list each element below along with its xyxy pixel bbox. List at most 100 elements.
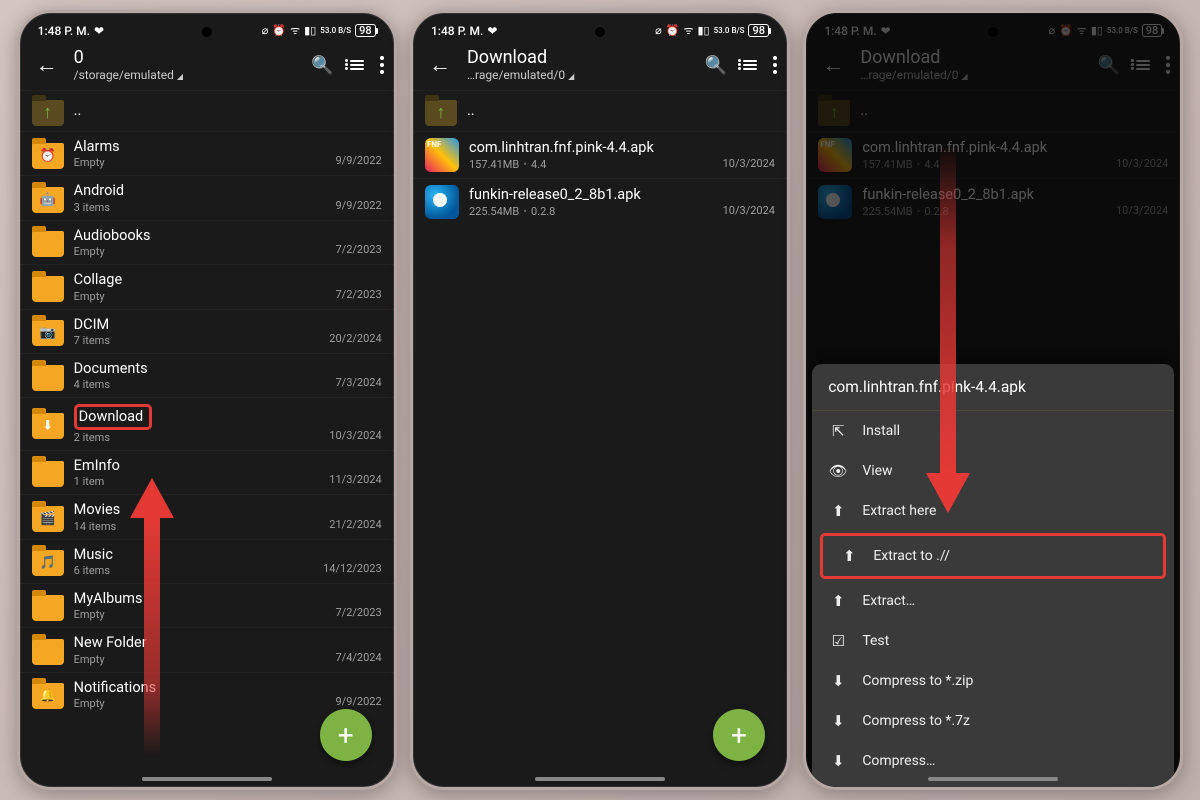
context-menu-item[interactable]: ⬇ Compress to *.7z — [812, 701, 1174, 741]
i-up-icon: ⬆ — [828, 502, 848, 520]
camera-notch — [595, 27, 605, 37]
file-meta: 225.54MB•0.2.8 — [469, 205, 713, 218]
up-label: .. — [467, 102, 775, 119]
file-name: funkin-release0_2_8b1.apk — [469, 186, 713, 203]
nav-bar — [142, 777, 272, 781]
battery-icon: 98 — [748, 24, 769, 37]
annotation-arrow — [926, 473, 970, 513]
list-item[interactable]: MyAlbums Empty 7/2/2023 — [20, 583, 394, 627]
i-down-icon: ⬇ — [828, 672, 848, 690]
list-item[interactable]: Documents 4 items 7/3/2024 — [20, 353, 394, 397]
search-icon[interactable]: 🔍 — [705, 55, 727, 76]
context-menu-label: Install — [862, 423, 900, 439]
folder-date: 21/2/2024 — [329, 518, 381, 533]
folder-date: 14/12/2023 — [323, 562, 382, 577]
net-speed: 53.0 B/S — [714, 27, 745, 34]
folder-name: DCIM — [74, 316, 320, 333]
list-item[interactable]: ⬇ Download 2 items 10/3/2024 — [20, 397, 394, 449]
list-item[interactable]: Audiobooks Empty 7/2/2023 — [20, 220, 394, 264]
back-button[interactable]: ← — [423, 48, 457, 82]
folder-icon: 🔔 — [32, 683, 64, 709]
folder-icon: 🎵 — [32, 550, 64, 576]
fab-add-button[interactable]: + — [713, 709, 765, 761]
context-menu-item[interactable]: ⬆ Extract here — [812, 491, 1174, 531]
list-item-up[interactable]: ↑ .. — [413, 90, 787, 131]
alarm-icon: ⏰ — [666, 24, 680, 37]
folder-date: 7/4/2024 — [335, 651, 381, 666]
i-view-icon: 👁 — [828, 462, 848, 480]
view-mode-button[interactable] — [350, 60, 364, 70]
list-item[interactable]: ⏰ Alarms Empty 9/9/2022 — [20, 131, 394, 175]
file-date: 10/3/2024 — [723, 157, 775, 172]
folder-icon — [32, 365, 64, 391]
folder-icon — [32, 639, 64, 665]
file-list: ↑ .. ⏰ Alarms Empty 9/9/2022 🤖 Android 3… — [20, 90, 394, 716]
context-menu-label: Extract to .// — [873, 548, 950, 564]
status-time: 1:48 P. M. — [38, 24, 90, 38]
i-down-icon: ⬇ — [828, 752, 848, 770]
signal-icon: ▮▯ — [304, 24, 316, 37]
overflow-menu-button[interactable] — [773, 56, 777, 74]
list-item[interactable]: 📷 DCIM 7 items 20/2/2024 — [20, 309, 394, 353]
file-name: com.linhtran.fnf.pink-4.4.apk — [469, 139, 713, 156]
i-down-icon: ⬇ — [828, 712, 848, 730]
list-item-up[interactable]: ↑ .. — [20, 90, 394, 131]
fab-add-button[interactable]: + — [320, 709, 372, 761]
list-item[interactable]: com.linhtran.fnf.pink-4.4.apk 157.41MB•4… — [413, 131, 787, 178]
phone-screen-3: 1:48 P. M. ❤ ⌀ ⏰ ᯤ ▮▯ 53.0 B/S 98 ← Down… — [803, 10, 1183, 790]
context-menu-item[interactable]: ⇱ Install — [812, 411, 1174, 451]
context-menu-label: Compress… — [862, 753, 935, 769]
file-date: 10/3/2024 — [723, 204, 775, 219]
folder-meta: 6 items — [74, 564, 313, 577]
folder-name: Notifications — [74, 679, 326, 696]
list-item[interactable]: Collage Empty 7/2/2023 — [20, 264, 394, 308]
alarm-dismiss-icon: ⌀ — [262, 24, 269, 37]
folder-meta: 4 items — [74, 378, 326, 391]
toolbar-path[interactable]: /storage/emulated◢ — [74, 68, 302, 82]
folder-date: 9/9/2022 — [335, 199, 381, 214]
list-item[interactable]: EmInfo 1 item 11/3/2024 — [20, 450, 394, 494]
context-menu-item[interactable]: ⬆ Extract to .// — [820, 533, 1166, 579]
annotation-highlight: Download — [74, 404, 153, 429]
context-menu-item[interactable]: ⬇ Compress to *.zip — [812, 661, 1174, 701]
toolbar: ← Download …rage/emulated/0◢ 🔍 — [413, 44, 787, 90]
overflow-menu-button[interactable] — [380, 56, 384, 74]
folder-date: 11/3/2024 — [329, 473, 381, 488]
folder-name: Collage — [74, 271, 326, 288]
alarm-icon: ⏰ — [272, 24, 286, 37]
list-item[interactable]: 🎵 Music 6 items 14/12/2023 — [20, 539, 394, 583]
folder-date: 10/3/2024 — [329, 429, 381, 444]
list-item[interactable]: 🤖 Android 3 items 9/9/2022 — [20, 175, 394, 219]
context-menu-item[interactable]: ⬆ Extract… — [812, 581, 1174, 621]
view-mode-button[interactable] — [743, 60, 757, 70]
wifi-icon: ᯤ — [290, 23, 300, 38]
folder-date: 7/2/2023 — [335, 243, 381, 258]
folder-name: Documents — [74, 360, 326, 377]
folder-name: Download — [79, 408, 144, 425]
context-menu-label: View — [862, 463, 892, 479]
toolbar-title: 0 — [74, 48, 302, 68]
context-menu-item[interactable]: ⬇ Compress… — [812, 741, 1174, 781]
back-button[interactable]: ← — [30, 48, 64, 82]
list-item[interactable]: New Folder Empty 7/4/2024 — [20, 627, 394, 671]
search-icon[interactable]: 🔍 — [311, 55, 333, 76]
context-menu-item[interactable]: 👁 View — [812, 451, 1174, 491]
folder-meta: Empty — [74, 156, 326, 169]
phone-screen-1: 1:48 P. M. ❤ ⌀ ⏰ ᯤ ▮▯ 53.0 B/S 98 ← 0 /s… — [17, 10, 397, 790]
file-list: ↑ .. com.linhtran.fnf.pink-4.4.apk 157.4… — [413, 90, 787, 225]
battery-icon: 98 — [355, 24, 376, 37]
context-menu-item[interactable]: ☑ Test — [812, 621, 1174, 661]
nav-bar — [928, 777, 1058, 781]
camera-notch — [202, 27, 212, 37]
folder-icon: ⏰ — [32, 143, 64, 169]
folder-meta: Empty — [74, 653, 326, 666]
toolbar-path[interactable]: …rage/emulated/0◢ — [467, 68, 695, 82]
folder-icon: 📷 — [32, 320, 64, 346]
folder-meta: Empty — [74, 290, 326, 303]
list-item[interactable]: 🎬 Movies 14 items 21/2/2024 — [20, 494, 394, 538]
apk-icon — [425, 138, 459, 172]
context-menu-label: Extract here — [862, 503, 936, 519]
apk-icon — [425, 185, 459, 219]
list-item[interactable]: funkin-release0_2_8b1.apk 225.54MB•0.2.8… — [413, 178, 787, 225]
toolbar: ← 0 /storage/emulated◢ 🔍 — [20, 44, 394, 90]
